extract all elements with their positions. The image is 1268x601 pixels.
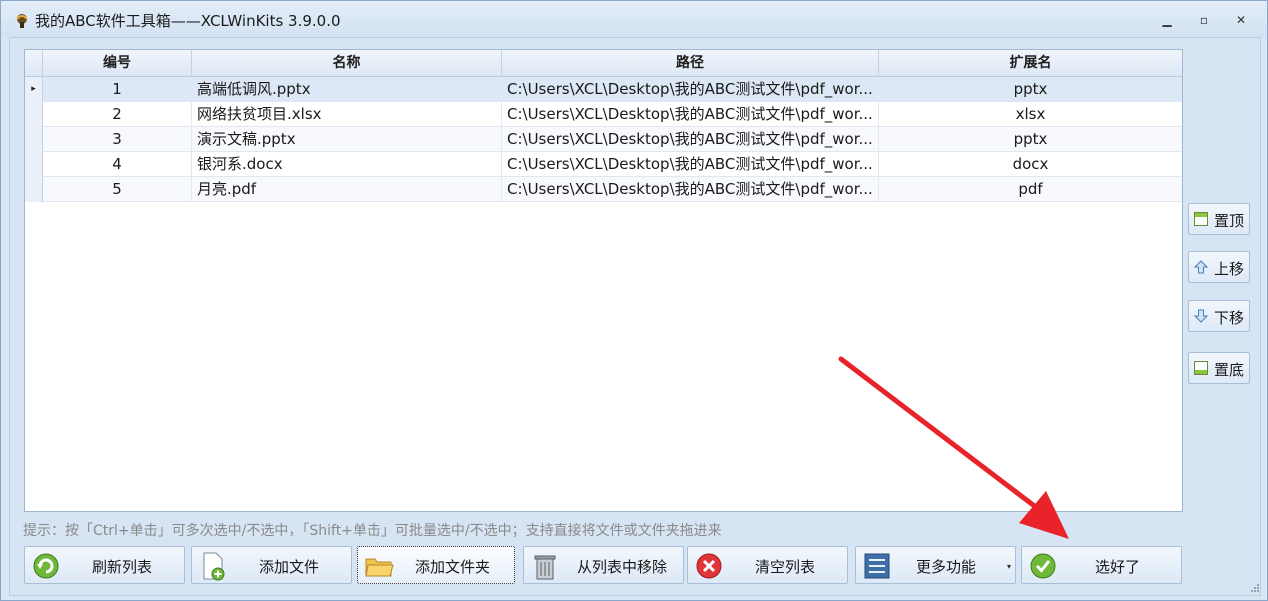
refresh-icon <box>33 553 59 579</box>
move-bottom-icon <box>1194 361 1208 375</box>
usage-hint: 提示：按「Ctrl+单击」可多次选中/不选中，「Shift+单击」可批量选中/不… <box>23 523 722 539</box>
clear-list-button[interactable]: 清空列表 <box>687 546 848 584</box>
column-header-extension[interactable]: 扩展名 <box>879 50 1182 77</box>
add-folder-button[interactable]: 添加文件夹 <box>357 546 515 584</box>
cell-number: 3 <box>43 127 192 152</box>
add-file-label: 添加文件 <box>259 558 320 576</box>
done-label: 选好了 <box>1095 558 1141 576</box>
chevron-down-icon[interactable]: ▾ <box>1007 562 1011 571</box>
row-selector[interactable] <box>25 102 43 127</box>
move-to-bottom-button[interactable]: 置底 <box>1188 352 1250 384</box>
cell-number: 2 <box>43 102 192 127</box>
cell-path: C:\Users\XCL\Desktop\我的ABC测试文件\pdf_wor..… <box>502 152 879 177</box>
app-logo-icon <box>16 14 28 28</box>
move-top-icon <box>1194 212 1208 226</box>
folder-icon <box>365 558 394 577</box>
trash-icon <box>534 555 556 580</box>
cell-name: 网络扶贫项目.xlsx <box>192 102 502 127</box>
file-list-grid[interactable]: 编号 名称 路径 扩展名 ▸ 1 高端低调风.pptx C:\Users\XCL… <box>24 49 1183 512</box>
table-row[interactable]: 3 演示文稿.pptx C:\Users\XCL\Desktop\我的ABC测试… <box>25 127 1182 152</box>
column-header-number[interactable]: 编号 <box>43 50 192 77</box>
menu-list-icon <box>864 553 890 579</box>
cell-path: C:\Users\XCL\Desktop\我的ABC测试文件\pdf_wor..… <box>502 127 879 152</box>
title-bar[interactable]: 我的ABC软件工具箱——XCLWinKits 3.9.0.0 ▁ ▫ ✕ <box>1 1 1267 37</box>
column-header-name[interactable]: 名称 <box>192 50 502 77</box>
cell-extension: docx <box>1012 155 1049 173</box>
row-selector-current[interactable]: ▸ <box>25 77 43 102</box>
cell-name: 月亮.pdf <box>192 177 502 202</box>
move-to-bottom-label: 置底 <box>1214 361 1245 379</box>
arrow-up-icon <box>1194 260 1208 274</box>
main-panel: 编号 名称 路径 扩展名 ▸ 1 高端低调风.pptx C:\Users\XCL… <box>9 37 1261 596</box>
move-down-button[interactable]: 下移 <box>1188 300 1250 332</box>
row-selector[interactable] <box>25 127 43 152</box>
maximize-button[interactable]: ▫ <box>1194 11 1214 29</box>
move-to-top-label: 置顶 <box>1214 212 1245 230</box>
clear-list-label: 清空列表 <box>755 558 816 576</box>
refresh-list-label: 刷新列表 <box>92 558 153 576</box>
minimize-button[interactable]: ▁ <box>1157 11 1177 29</box>
table-row[interactable]: 4 银河系.docx C:\Users\XCL\Desktop\我的ABC测试文… <box>25 152 1182 177</box>
remove-from-list-label: 从列表中移除 <box>577 558 668 576</box>
column-header-path[interactable]: 路径 <box>502 50 879 77</box>
move-up-button[interactable]: 上移 <box>1188 251 1250 283</box>
cell-name: 高端低调风.pptx <box>192 77 502 102</box>
remove-from-list-button[interactable]: 从列表中移除 <box>523 546 684 584</box>
table-row[interactable]: 2 网络扶贫项目.xlsx C:\Users\XCL\Desktop\我的ABC… <box>25 102 1182 127</box>
cell-extension: pptx <box>1013 130 1048 148</box>
done-button[interactable]: 选好了 <box>1021 546 1182 584</box>
close-button[interactable]: ✕ <box>1231 11 1251 29</box>
cell-extension: xlsx <box>1015 105 1046 123</box>
table-row[interactable]: 5 月亮.pdf C:\Users\XCL\Desktop\我的ABC测试文件\… <box>25 177 1182 202</box>
row-selector[interactable] <box>25 152 43 177</box>
move-down-label: 下移 <box>1214 309 1245 327</box>
cell-extension: pptx <box>1013 80 1048 98</box>
cell-number: 5 <box>43 177 192 202</box>
cell-extension: pdf <box>1018 180 1043 198</box>
table-row[interactable]: ▸ 1 高端低调风.pptx C:\Users\XCL\Desktop\我的AB… <box>25 77 1182 102</box>
cell-path: C:\Users\XCL\Desktop\我的ABC测试文件\pdf_wor..… <box>502 177 879 202</box>
app-window: 我的ABC软件工具箱——XCLWinKits 3.9.0.0 ▁ ▫ ✕ 编号 … <box>0 0 1268 601</box>
resize-grip-icon[interactable] <box>1250 583 1260 593</box>
move-up-label: 上移 <box>1214 260 1245 278</box>
more-functions-button[interactable]: 更多功能 ▾ <box>855 546 1016 584</box>
row-selector-header <box>25 50 43 77</box>
checkmark-icon <box>1030 553 1056 579</box>
row-selector[interactable] <box>25 177 43 202</box>
move-to-top-button[interactable]: 置顶 <box>1188 203 1250 235</box>
add-file-button[interactable]: 添加文件 <box>191 546 352 584</box>
clear-icon <box>696 553 722 579</box>
window-title: 我的ABC软件工具箱——XCLWinKits 3.9.0.0 <box>35 12 341 30</box>
cell-number: 1 <box>43 77 192 102</box>
cell-number: 4 <box>43 152 192 177</box>
cell-name: 演示文稿.pptx <box>192 127 502 152</box>
cell-path: C:\Users\XCL\Desktop\我的ABC测试文件\pdf_wor..… <box>502 77 879 102</box>
add-folder-label: 添加文件夹 <box>415 558 491 576</box>
cell-path: C:\Users\XCL\Desktop\我的ABC测试文件\pdf_wor..… <box>502 102 879 127</box>
grid-header: 编号 名称 路径 扩展名 <box>25 50 1182 77</box>
cell-name: 银河系.docx <box>192 152 502 177</box>
add-file-icon <box>203 552 225 581</box>
more-functions-label: 更多功能 <box>916 558 977 576</box>
arrow-down-icon <box>1194 309 1208 323</box>
refresh-list-button[interactable]: 刷新列表 <box>24 546 185 584</box>
